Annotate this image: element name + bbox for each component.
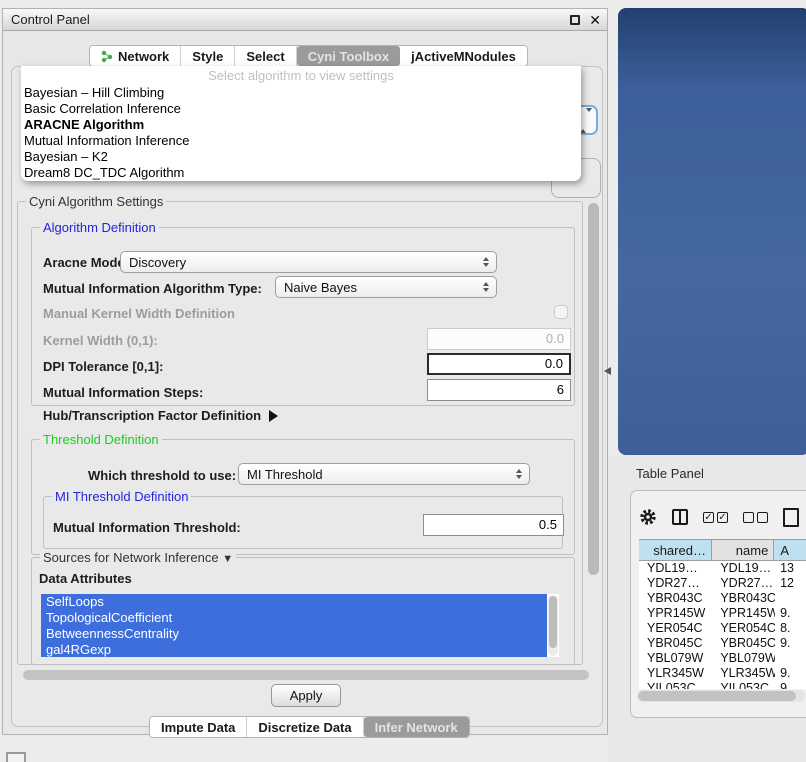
- apply-button[interactable]: Apply: [271, 684, 341, 707]
- expander-expanded-icon: ▼: [222, 553, 233, 565]
- table-row[interactable]: YIL053CYIL053C9: [639, 681, 806, 689]
- which-threshold-label: Which threshold to use:: [88, 468, 236, 483]
- hub-definition-label: Hub/Transcription Factor Definition: [43, 408, 261, 423]
- tab-jactivemnodules[interactable]: jActiveMNodules: [400, 46, 527, 66]
- attributes-scrollbar[interactable]: [548, 595, 558, 656]
- table-row[interactable]: YDR27…YDR27…12: [639, 576, 806, 591]
- data-attributes-list[interactable]: SelfLoops TopologicalCoefficient Between…: [41, 594, 559, 657]
- node-table: shared… name A YDL19…YDL19…13 YDR27…YDR2…: [639, 539, 806, 689]
- application-root: Control Panel ✕ Network Style Select Cyn: [0, 0, 806, 762]
- dpi-tolerance-field[interactable]: 0.0: [427, 353, 571, 375]
- table-row[interactable]: YDL19…YDL19…13: [639, 561, 806, 576]
- mi-steps-field[interactable]: 6: [427, 379, 571, 401]
- tab-infer-network[interactable]: Infer Network: [364, 717, 469, 737]
- close-icon[interactable]: ✕: [589, 13, 601, 27]
- algorithm-option[interactable]: Bayesian – K2: [21, 149, 581, 165]
- kernel-width-field[interactable]: 0.0: [427, 328, 571, 350]
- sources-title[interactable]: Sources for Network Inference ▼: [40, 550, 236, 565]
- mi-steps-label: Mutual Information Steps:: [43, 385, 203, 400]
- mi-algorithm-type-label: Mutual Information Algorithm Type:: [43, 281, 262, 296]
- manual-kernel-width-label: Manual Kernel Width Definition: [43, 306, 235, 321]
- mi-threshold-label: Mutual Information Threshold:: [53, 520, 241, 535]
- table-row[interactable]: YER054CYER054C8.: [639, 621, 806, 636]
- table-row[interactable]: YBL079WYBL079W: [639, 651, 806, 666]
- tab-impute-data[interactable]: Impute Data: [150, 717, 247, 737]
- attribute-item-selected[interactable]: SelfLoops: [41, 594, 547, 610]
- columns-icon[interactable]: [672, 509, 688, 525]
- dpi-tolerance-label: DPI Tolerance [0,1]:: [43, 359, 163, 374]
- tab-discretize-data[interactable]: Discretize Data: [247, 717, 363, 737]
- mouse-cursor: [604, 367, 611, 375]
- table-toolbar: ✓✓: [639, 505, 799, 529]
- table-panel-title: Table Panel: [636, 466, 704, 481]
- algorithm-option[interactable]: Basic Correlation Inference: [21, 101, 581, 117]
- floating-grip-icon[interactable]: [6, 752, 26, 762]
- algorithm-dropdown-list: Select algorithm to view settings Bayesi…: [21, 66, 581, 181]
- kernel-width-label: Kernel Width (0,1):: [43, 333, 158, 348]
- export-table-icon[interactable]: [783, 508, 799, 527]
- hub-definition-expander[interactable]: Hub/Transcription Factor Definition: [43, 408, 278, 423]
- threshold-definition-title: Threshold Definition: [40, 432, 162, 447]
- table-horizontal-scrollbar[interactable]: [637, 690, 805, 702]
- select-all-columns-icon[interactable]: ✓✓: [703, 512, 728, 523]
- bottom-tabs: Impute Data Discretize Data Infer Networ…: [149, 716, 470, 738]
- expander-collapsed-icon: [269, 410, 278, 422]
- cyni-algorithm-settings-title: Cyni Algorithm Settings: [26, 194, 166, 209]
- settings-horizontal-scrollbar[interactable]: [21, 669, 597, 681]
- table-panel: ✓✓ shared… name A YDL19…YDL19…13 YDR27…Y…: [630, 490, 806, 718]
- table-row[interactable]: YPR145WYPR145W9.: [639, 606, 806, 621]
- gear-icon[interactable]: [639, 508, 657, 526]
- tab-network-label: Network: [118, 49, 169, 64]
- column-header-shared-name[interactable]: shared…: [639, 540, 712, 560]
- network-view-frame: GAL GAL80 GAL10 GAL1 GAL11 SWI4 GAL4 GCY…: [618, 8, 806, 455]
- tab-network[interactable]: Network: [90, 46, 181, 66]
- attribute-item-selected[interactable]: gal4RGexp: [41, 642, 547, 657]
- settings-vertical-scrollbar[interactable]: [587, 202, 600, 663]
- tab-cyni-toolbox[interactable]: Cyni Toolbox: [297, 46, 400, 66]
- tab-select[interactable]: Select: [235, 46, 296, 66]
- aracne-mode-label: Aracne Mode:: [43, 255, 129, 270]
- table-row[interactable]: YBR043CYBR043C: [639, 591, 806, 606]
- algorithm-option[interactable]: Bayesian – Hill Climbing: [21, 85, 581, 101]
- network-icon: [101, 50, 114, 63]
- float-window-icon[interactable]: [570, 15, 580, 25]
- column-header-third[interactable]: A: [774, 540, 806, 560]
- combo-spinner-icon: [516, 464, 522, 484]
- algorithm-option[interactable]: Dream8 DC_TDC Algorithm: [21, 165, 581, 181]
- combo-spinner-icon: [483, 277, 489, 297]
- algorithm-option-selected[interactable]: ARACNE Algorithm: [21, 117, 581, 133]
- combo-spinner-icon: [483, 252, 489, 272]
- algorithm-definition-title: Algorithm Definition: [40, 220, 159, 235]
- mi-threshold-field[interactable]: 0.5: [423, 514, 564, 536]
- table-row[interactable]: YBR045CYBR045C9.: [639, 636, 806, 651]
- mi-threshold-definition-title: MI Threshold Definition: [52, 489, 191, 504]
- algorithm-option[interactable]: Mutual Information Inference: [21, 133, 581, 149]
- algorithm-dropdown-prompt: Select algorithm to view settings: [21, 68, 581, 85]
- manual-kernel-width-checkbox[interactable]: [554, 305, 568, 319]
- mi-algorithm-type-select[interactable]: Naive Bayes: [275, 276, 497, 298]
- data-attributes-label: Data Attributes: [39, 571, 132, 586]
- table-header: shared… name A: [639, 539, 806, 561]
- aracne-mode-select[interactable]: Discovery: [120, 251, 497, 273]
- control-panel-titlebar[interactable]: Control Panel ✕: [3, 9, 607, 31]
- control-panel-tabs: Network Style Select Cyni Toolbox jActiv…: [89, 45, 528, 67]
- control-panel-title: Control Panel: [3, 12, 90, 27]
- attribute-item-selected[interactable]: TopologicalCoefficient: [41, 610, 547, 626]
- attribute-item-selected[interactable]: BetweennessCentrality: [41, 626, 547, 642]
- table-row[interactable]: YLR345WYLR345W9.: [639, 666, 806, 681]
- control-panel-window: Control Panel ✕ Network Style Select Cyn: [2, 8, 608, 735]
- which-threshold-select[interactable]: MI Threshold: [238, 463, 530, 485]
- deselect-all-columns-icon[interactable]: [743, 512, 768, 523]
- column-header-name[interactable]: name: [712, 540, 774, 560]
- tab-style[interactable]: Style: [181, 46, 235, 66]
